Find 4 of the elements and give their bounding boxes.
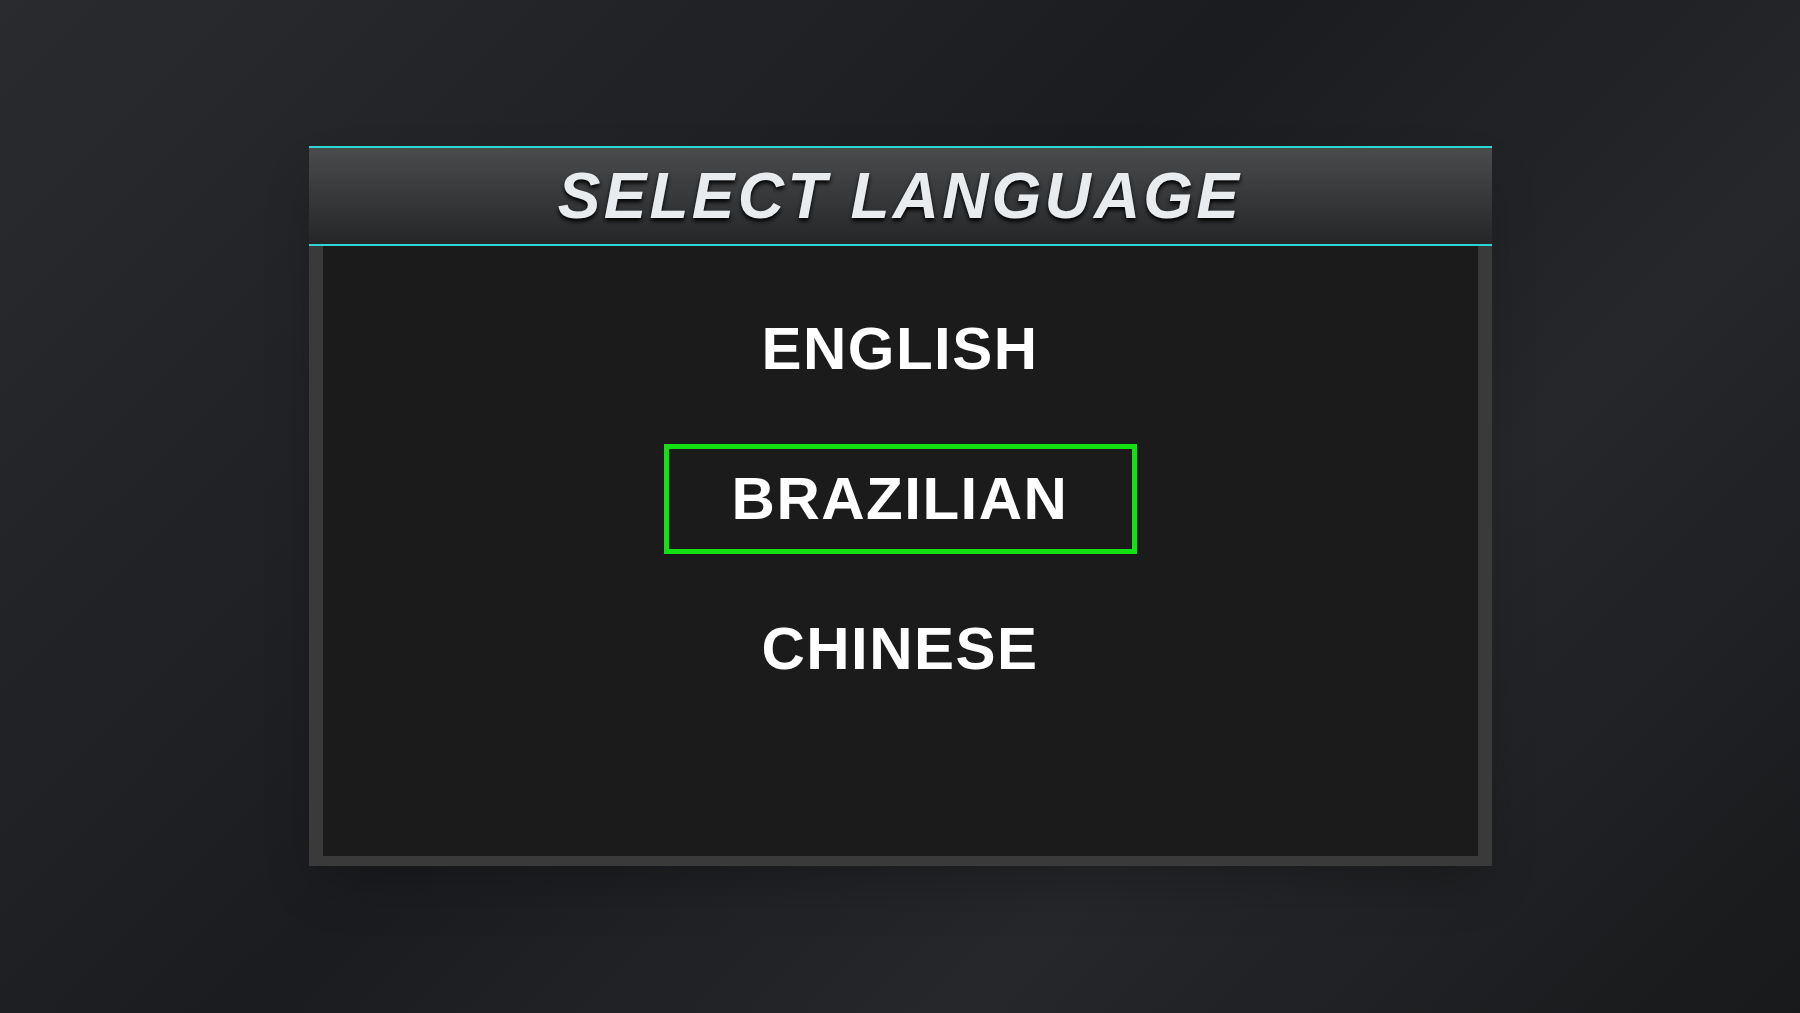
language-option[interactable]: CHINESE <box>663 594 1137 704</box>
language-option[interactable]: ENGLISH <box>663 294 1137 404</box>
language-option[interactable]: BRAZILIAN <box>663 444 1137 554</box>
dialog-title: SELECT LANGUAGE <box>557 159 1243 234</box>
